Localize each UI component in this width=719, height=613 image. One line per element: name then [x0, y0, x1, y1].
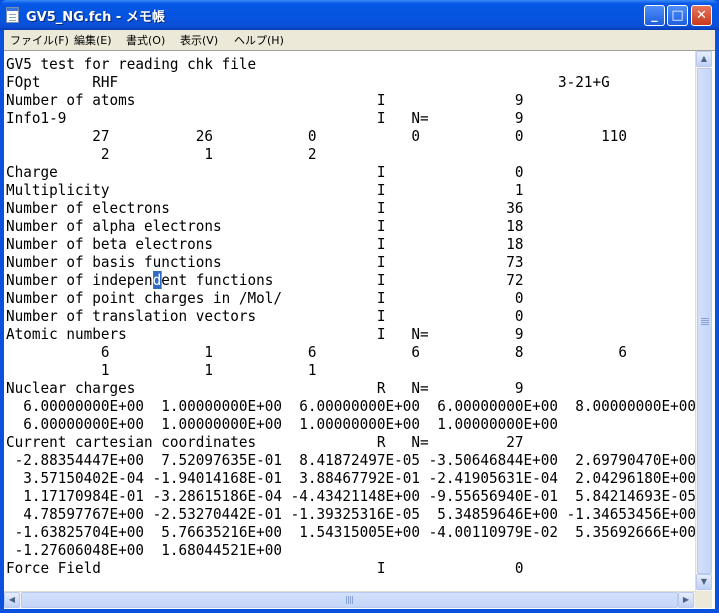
horizontal-scrollbar[interactable]: ◀ ▶: [4, 591, 695, 608]
scroll-up-button[interactable]: ▲: [696, 51, 712, 67]
menu-help[interactable]: ヘルプ(H): [234, 32, 284, 48]
maximize-button[interactable]: □: [667, 5, 688, 26]
scroll-down-button[interactable]: ▼: [696, 574, 712, 590]
text-editor[interactable]: GV5 test for reading chk file FOpt RHF 3-…: [4, 51, 695, 591]
menu-view[interactable]: 表示(V): [180, 32, 218, 48]
text-line: 3.57150402E-04 -1.94014168E-01 3.8846779…: [6, 469, 695, 487]
text-line: 2 1 2: [6, 145, 317, 163]
text-line: Charge I 0: [6, 163, 524, 181]
text-line: 1.17170984E-01 -3.28615186E-04 -4.434211…: [6, 487, 695, 505]
grip-icon: [700, 317, 709, 325]
text-line: FOpt RHF 3-21+G: [6, 73, 610, 91]
scroll-right-button[interactable]: ▶: [678, 592, 694, 608]
text-line: -2.88354447E+00 7.52097635E-01 8.4187249…: [6, 451, 695, 469]
text-line: Force Field I 0: [6, 559, 524, 577]
scroll-left-button[interactable]: ◀: [4, 592, 20, 608]
text-line: Atomic numbers I N= 9: [6, 325, 524, 343]
text-line: Number of beta electrons I 18: [6, 235, 524, 253]
text-line: Number of basis functions I 73: [6, 253, 524, 271]
title-bar[interactable]: GV5_NG.fch - メモ帳 _ □ ✕: [0, 0, 719, 30]
text-line: 1 1 1: [6, 361, 317, 379]
text-line: Number of atoms I 9: [6, 91, 524, 109]
text-line: Number of point charges in /Mol/ I 0: [6, 289, 524, 307]
text-line: Nuclear charges R N= 9: [6, 379, 524, 397]
text-line: Number of independent functions I 72: [6, 271, 523, 289]
text-line: -1.27606048E+00 1.68044521E+00: [6, 541, 282, 559]
text-line: 6.00000000E+00 1.00000000E+00 1.00000000…: [6, 415, 558, 433]
text-line: 4.78597767E+00 -2.53270442E-01 -1.393253…: [6, 505, 695, 523]
vertical-scrollbar[interactable]: ▲ ▼: [695, 51, 712, 591]
menu-file[interactable]: ファイル(F): [10, 32, 69, 48]
notepad-icon[interactable]: [6, 7, 19, 23]
text-line: Number of translation vectors I 0: [6, 307, 524, 325]
menu-format[interactable]: 書式(O): [126, 32, 165, 48]
text-line: GV5 test for reading chk file: [6, 55, 257, 73]
text-line: -1.63825704E+00 5.76635216E+00 1.5431500…: [6, 523, 695, 541]
text-segment: Number of indepen: [6, 271, 153, 289]
text-line: Current cartesian coordinates R N= 27: [6, 433, 524, 451]
horizontal-scroll-thumb[interactable]: [21, 592, 678, 608]
window-title: GV5_NG.fch - メモ帳: [26, 10, 165, 25]
menu-edit[interactable]: 編集(E): [74, 32, 112, 48]
vertical-scroll-thumb[interactable]: [697, 68, 712, 574]
text-segment: ent functions I 72: [161, 271, 524, 289]
menu-bar: ファイル(F) 編集(E) 書式(O) 表示(V) ヘルプ(H): [4, 30, 715, 50]
text-line: 6.00000000E+00 1.00000000E+00 6.00000000…: [6, 397, 695, 415]
text-line: 6 1 6 6 8 6: [6, 343, 627, 361]
close-button[interactable]: ✕: [691, 5, 712, 26]
editor-client: GV5 test for reading chk file FOpt RHF 3-…: [4, 50, 715, 609]
text-line: Number of alpha electrons I 18: [6, 217, 524, 235]
notepad-window: GV5_NG.fch - メモ帳 _ □ ✕ ファイル(F) 編集(E) 書式(…: [0, 0, 719, 613]
minimize-button[interactable]: _: [644, 5, 665, 26]
text-line: 27 26 0 0 0 110: [6, 127, 627, 145]
size-grip[interactable]: [695, 591, 712, 608]
text-line: Number of electrons I 36: [6, 199, 524, 217]
grip-icon: [345, 596, 354, 604]
text-selection: d: [152, 271, 162, 289]
text-line: Multiplicity I 1: [6, 181, 524, 199]
text-line: Info1-9 I N= 9: [6, 109, 524, 127]
